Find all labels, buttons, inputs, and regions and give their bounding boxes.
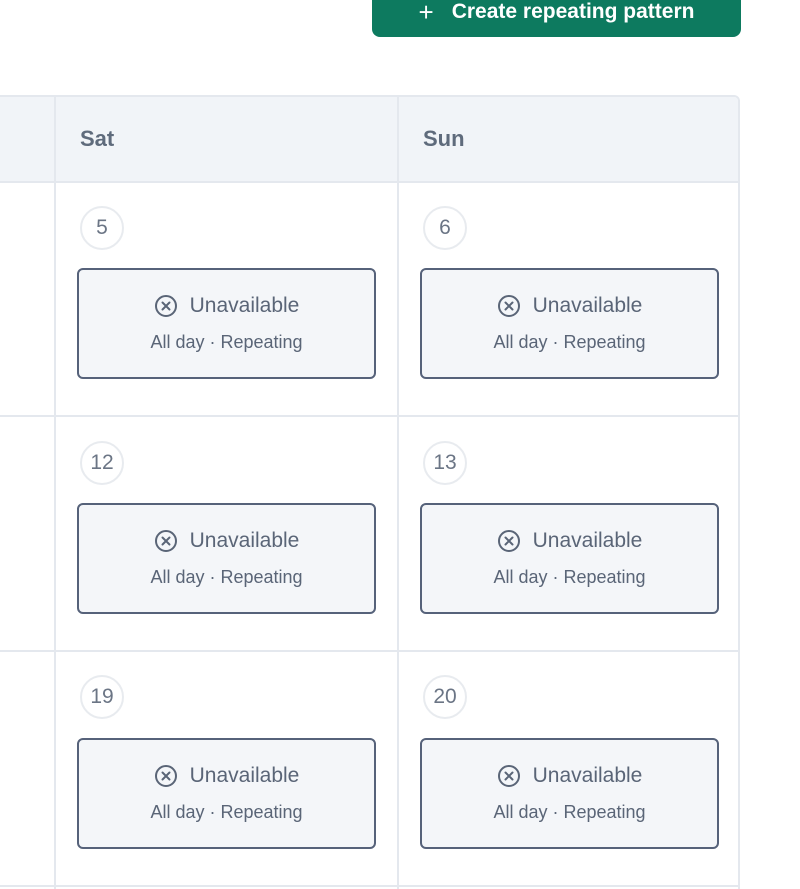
slot-subtitle: All day · Repeating (150, 567, 303, 587)
slot-title: Unavailable (189, 529, 300, 552)
availability-page: + Create repeating pattern Sat Sun 5 Una… (0, 0, 800, 889)
x-circle-icon (497, 530, 520, 552)
row-divider (0, 885, 738, 887)
x-circle-icon (497, 765, 520, 787)
day-number: 13 (423, 441, 467, 485)
x-circle-icon (154, 765, 177, 787)
day-number: 19 (80, 675, 124, 719)
unavailable-slot[interactable]: Unavailable All day · Repeating (77, 268, 376, 379)
day-number: 6 (423, 206, 467, 250)
slot-title: Unavailable (532, 529, 643, 552)
plus-icon: + (418, 0, 434, 27)
slot-title: Unavailable (532, 294, 643, 317)
slot-title: Unavailable (532, 764, 643, 787)
slot-title: Unavailable (189, 764, 300, 787)
unavailable-slot[interactable]: Unavailable All day · Repeating (77, 738, 376, 849)
unavailable-slot[interactable]: Unavailable All day · Repeating (420, 503, 719, 614)
slot-subtitle: All day · Repeating (493, 802, 646, 822)
calendar-header-row: Sat Sun (0, 97, 738, 183)
create-repeating-pattern-button[interactable]: + Create repeating pattern (372, 0, 741, 37)
header-sunday: Sun (423, 126, 465, 151)
row-divider (0, 415, 738, 417)
slot-subtitle: All day · Repeating (150, 802, 303, 822)
x-circle-icon (497, 295, 520, 317)
day-number: 12 (80, 441, 124, 485)
create-button-label: Create repeating pattern (451, 0, 695, 23)
unavailable-slot[interactable]: Unavailable All day · Repeating (420, 738, 719, 849)
x-circle-icon (154, 295, 177, 317)
day-number: 5 (80, 206, 124, 250)
unavailable-slot[interactable]: Unavailable All day · Repeating (420, 268, 719, 379)
slot-subtitle: All day · Repeating (493, 567, 646, 587)
slot-subtitle: All day · Repeating (493, 332, 646, 352)
row-divider (0, 650, 738, 652)
column-divider (54, 97, 56, 889)
slot-title: Unavailable (189, 294, 300, 317)
column-divider (397, 97, 399, 889)
x-circle-icon (154, 530, 177, 552)
calendar-grid: Sat Sun 5 Unavailable All day · Repeatin… (0, 95, 740, 889)
day-number: 20 (423, 675, 467, 719)
header-saturday: Sat (80, 126, 115, 151)
unavailable-slot[interactable]: Unavailable All day · Repeating (77, 503, 376, 614)
slot-subtitle: All day · Repeating (150, 332, 303, 352)
